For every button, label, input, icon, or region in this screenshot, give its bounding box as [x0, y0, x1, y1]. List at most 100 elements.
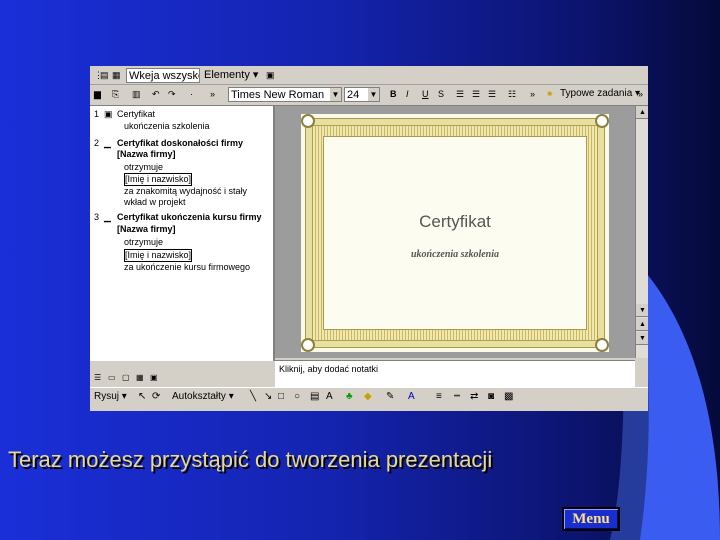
outline-slide-2-title[interactable]: Certyfikat doskonałości firmy: [117, 138, 243, 149]
notes-placeholder: Kliknij, aby dodać notatki: [279, 364, 379, 374]
notes-pane[interactable]: Kliknij, aby dodać notatki: [275, 360, 635, 387]
elements-menu[interactable]: Elementy ▾: [202, 68, 262, 83]
copy-icon[interactable]: ⎘: [112, 87, 119, 101]
select-pointer-icon[interactable]: ↖: [138, 391, 146, 402]
outline-pane[interactable]: 1 ▣ Certyfikat ukończenia szkolenia 2 ▁ …: [90, 106, 275, 361]
outline-slide-1-sub[interactable]: ukończenia szkolenia: [124, 121, 210, 132]
overflow-icon-2[interactable]: »: [530, 87, 535, 101]
slide-subtitle[interactable]: ukończenia szkolenia: [324, 249, 586, 260]
align-center-icon[interactable]: ☰: [472, 87, 480, 101]
shadow-icon[interactable]: ◙: [488, 391, 494, 402]
next-slide-icon[interactable]: ▼: [636, 332, 648, 345]
shadow-button[interactable]: S: [438, 87, 444, 101]
autoshapes-menu[interactable]: Autokształty ▾: [172, 391, 234, 402]
outline-line[interactable]: [Imię i nazwisko]: [124, 249, 193, 262]
vertical-scrollbar[interactable]: ▲ ▼ ▲ ▼: [635, 106, 648, 358]
elements-menu-label: Elementy: [204, 69, 250, 81]
normal-view-icon[interactable]: ☰: [94, 373, 101, 382]
tasks-label: Typowe zadania: [560, 88, 633, 99]
outline-slide-1-title[interactable]: Certyfikat: [117, 109, 155, 120]
outline-slide-2-company[interactable]: [Nazwa firmy]: [117, 149, 176, 160]
drawing-toolbar: Rysuj ▾ ↖ ⟳ Autokształty ▾ ╲ ↘ □ ○ ▤ A ♣…: [90, 387, 648, 408]
outline-line[interactable]: otrzymuje: [124, 162, 163, 173]
outline-line[interactable]: za ukończenie kursu firmowego: [124, 262, 250, 273]
font-dropdown-icon: ▼: [330, 88, 341, 101]
bullets-icon[interactable]: ☷: [508, 87, 516, 101]
3d-icon[interactable]: ▩: [504, 391, 513, 402]
line-style-icon[interactable]: ≡: [436, 391, 442, 402]
overflow-icon[interactable]: »: [210, 87, 215, 101]
prev-slide-icon[interactable]: ▲: [636, 318, 648, 331]
draw-menu-label: Rysuj: [94, 391, 120, 402]
outline-toolbar: ⋮ ▤ ▦ Wkeja wszysko Elementy ▾ ▣: [90, 66, 648, 85]
fill-color-icon[interactable]: ◆: [364, 391, 372, 402]
frame-corner-ornament: [301, 338, 315, 352]
slide-thumb-icon: ▣: [104, 109, 113, 119]
menu-button[interactable]: Menu: [562, 507, 620, 531]
grid-icon[interactable]: ▣: [266, 68, 275, 82]
frame-corner-ornament: [301, 114, 315, 128]
certificate-body: Certyfikat ukończenia szkolenia: [323, 136, 587, 330]
redo-icon[interactable]: ↷: [168, 87, 176, 101]
zoom-icon[interactable]: ·: [190, 87, 193, 101]
font-color-icon[interactable]: A: [408, 391, 415, 402]
slideshow-view-icon[interactable]: ▣: [150, 373, 158, 382]
size-dropdown-icon: ▼: [368, 88, 379, 101]
slide-thumb-icon: ▁: [104, 138, 111, 148]
outline-line[interactable]: [Imię i nazwisko]: [124, 173, 193, 186]
scroll-down-icon[interactable]: ▼: [636, 304, 648, 317]
powerpoint-screenshot: ⋮ ▤ ▦ Wkeja wszysko Elementy ▾ ▣ ▆ ⎘ ▥ ↶…: [90, 66, 648, 411]
frame-corner-ornament: [595, 338, 609, 352]
view-buttons: ☰ ▭ ▢ ▦ ▣: [90, 373, 273, 385]
caption: Teraz możesz przystąpić do tworzenia pre…: [8, 447, 493, 472]
tasks-icon: ✷: [546, 89, 554, 99]
rectangle-icon[interactable]: □: [278, 391, 284, 402]
autoshapes-label: Autokształty: [172, 391, 226, 402]
paste-icon[interactable]: ▥: [132, 87, 141, 101]
rotate-icon[interactable]: ⟳: [152, 391, 160, 402]
slide-pane: Certyfikat ukończenia szkolenia: [275, 106, 635, 358]
slide-title[interactable]: Certyfikat: [324, 212, 586, 232]
tasks-menu[interactable]: Typowe zadania ▾: [560, 87, 640, 101]
clipart-icon[interactable]: ♣: [346, 391, 353, 402]
save-icon[interactable]: ▆: [94, 87, 101, 101]
outline-slide-1-number: 1: [94, 109, 100, 119]
draw-menu[interactable]: Rysuj ▾: [94, 391, 127, 402]
outline-line[interactable]: otrzymuje: [124, 237, 163, 248]
outline-line[interactable]: za znakomitą wydajność i stały: [124, 186, 247, 197]
outline-line[interactable]: wkład w projekt: [124, 197, 186, 208]
outline-slide-2-number: 2: [94, 138, 100, 148]
outline-view-icon[interactable]: ▭: [108, 373, 116, 382]
view-select[interactable]: Wkeja wszysko: [126, 68, 200, 83]
line-icon[interactable]: ╲: [250, 391, 256, 402]
frame-corner-ornament: [595, 114, 609, 128]
arrow-icon[interactable]: ↘: [264, 391, 272, 402]
align-left-icon[interactable]: ☰: [456, 87, 464, 101]
underline-button[interactable]: U: [422, 87, 429, 101]
sorter-view-icon[interactable]: ▦: [136, 373, 144, 382]
undo-icon[interactable]: ↶: [152, 87, 160, 101]
bold-button[interactable]: B: [390, 87, 397, 101]
line-color-icon[interactable]: ✎: [386, 391, 394, 402]
certificate-frame: Certyfikat ukończenia szkolenia: [305, 118, 605, 348]
align-right-icon[interactable]: ☰: [488, 87, 496, 101]
toolbar-more-icon[interactable]: »: [638, 87, 643, 101]
font-select[interactable]: Times New Roman ▼: [228, 87, 342, 102]
outline-slide-3-title[interactable]: Certyfikat ukończenia kursu firmy: [117, 212, 262, 223]
size-select[interactable]: 24 ▼: [344, 87, 380, 102]
view-select-value: Wkeja wszysko: [129, 70, 200, 82]
slide-view-icon[interactable]: ▢: [122, 373, 130, 382]
arrow-style-icon[interactable]: ⇄: [470, 391, 478, 402]
wordart-icon[interactable]: A: [326, 391, 333, 402]
size-select-value: 24: [347, 89, 360, 101]
italic-button[interactable]: I: [406, 87, 409, 101]
slide-canvas[interactable]: Certyfikat ukończenia szkolenia: [301, 114, 609, 352]
textbox-icon[interactable]: ▤: [310, 391, 319, 402]
print-icon[interactable]: ▤: [100, 68, 109, 82]
dash-style-icon[interactable]: ┅: [454, 391, 460, 402]
oval-icon[interactable]: ○: [294, 391, 300, 402]
scroll-up-icon[interactable]: ▲: [636, 106, 648, 119]
formatting-toolbar: ▆ ⎘ ▥ ↶ ↷ · » Times New Roman ▼ 24 ▼ B I…: [90, 85, 648, 106]
layout-icon[interactable]: ▦: [112, 68, 121, 82]
outline-slide-3-company[interactable]: [Nazwa firmy]: [117, 224, 176, 235]
